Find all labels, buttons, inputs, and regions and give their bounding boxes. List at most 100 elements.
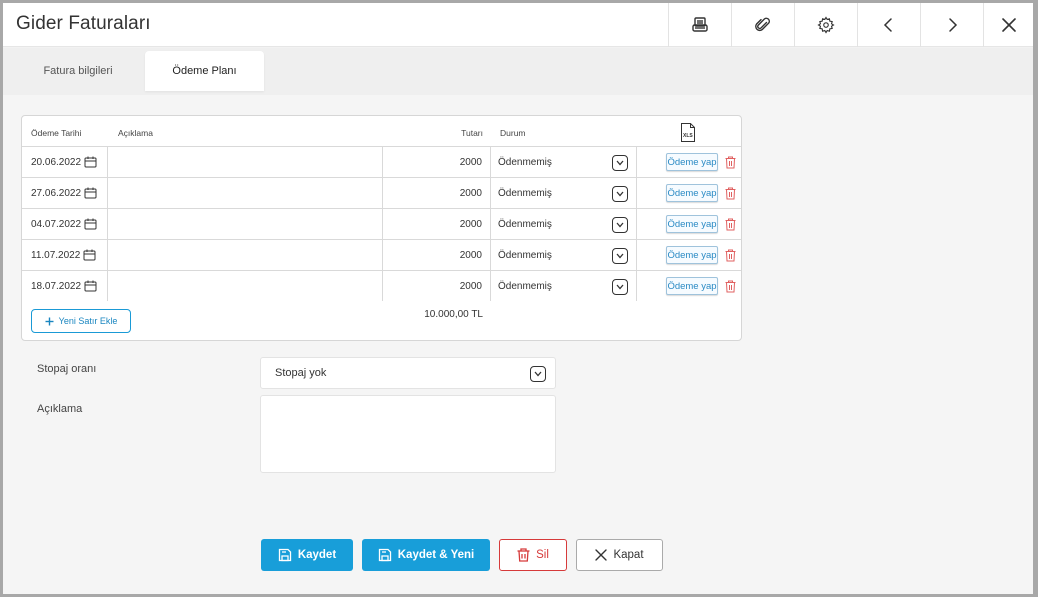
- pay-button[interactable]: Ödeme yap: [666, 277, 718, 295]
- column-header-amount: Tutarı: [461, 128, 483, 138]
- floppy-disk-icon: [378, 548, 391, 562]
- delete-row-button[interactable]: [723, 247, 737, 263]
- plus-icon: [45, 317, 54, 325]
- table-row: 04.07.2022 2000 Ödenmemiş Ödeme yap: [22, 208, 741, 239]
- pay-button[interactable]: Ödeme yap: [666, 215, 718, 233]
- trash-icon: [725, 280, 735, 292]
- column-header-status: Durum: [500, 128, 526, 138]
- paperclip-icon: [755, 17, 770, 32]
- delete-row-button[interactable]: [723, 278, 737, 294]
- close-icon: [595, 549, 608, 561]
- add-row-label: Yeni Satır Ekle: [58, 316, 118, 326]
- tab-payment-plan[interactable]: Ödeme Planı: [145, 51, 264, 91]
- delete-label: Sil: [536, 549, 549, 561]
- calendar-icon[interactable]: [84, 156, 97, 168]
- trash-icon: [517, 548, 530, 562]
- amount-cell[interactable]: 2000: [392, 178, 482, 208]
- trash-icon: [725, 218, 735, 230]
- payment-plan-panel: Ödeme Tarihi Açıklama Tutarı Durum XLS 2…: [3, 95, 1033, 594]
- save-label: Kaydet: [297, 549, 337, 561]
- status-dropdown-button[interactable]: [612, 248, 628, 264]
- description-cell[interactable]: [114, 271, 384, 301]
- attach-button[interactable]: [731, 3, 794, 47]
- date-value: 04.07.2022: [31, 218, 82, 230]
- amount-cell[interactable]: 2000: [392, 147, 482, 177]
- tab-invoice-info[interactable]: Fatura bilgileri: [16, 51, 140, 91]
- date-cell[interactable]: 11.07.2022: [31, 240, 115, 270]
- previous-button[interactable]: [857, 3, 920, 47]
- status-dropdown-button[interactable]: [612, 279, 628, 295]
- next-button[interactable]: [920, 3, 983, 47]
- excel-export-button[interactable]: XLS: [680, 122, 696, 148]
- column-header-description: Açıklama: [118, 128, 153, 138]
- date-value: 11.07.2022: [31, 249, 81, 261]
- status-cell: Ödenmemiş: [498, 218, 552, 230]
- close-icon: [1001, 18, 1016, 32]
- delete-row-button[interactable]: [723, 185, 737, 201]
- status-dropdown-button[interactable]: [612, 217, 628, 233]
- trash-icon: [725, 249, 735, 261]
- description-cell[interactable]: [114, 240, 384, 270]
- table-row: 27.06.2022 2000 Ödenmemiş Ödeme yap: [22, 177, 741, 208]
- description-textarea[interactable]: [260, 395, 556, 473]
- chevron-down-icon: [534, 371, 542, 377]
- status-dropdown-button[interactable]: [612, 155, 628, 171]
- save-new-button[interactable]: Kaydet & Yeni: [362, 539, 490, 571]
- withholding-dropdown-button[interactable]: [530, 366, 546, 382]
- delete-row-button[interactable]: [723, 154, 737, 170]
- status-dropdown-button[interactable]: [612, 186, 628, 202]
- date-value: 27.06.2022: [31, 187, 82, 199]
- table-row: 11.07.2022 2000 Ödenmemiş Ödeme yap: [22, 239, 741, 270]
- gear-icon: [817, 16, 835, 34]
- description-cell[interactable]: [114, 209, 384, 239]
- close-window-button[interactable]: [983, 3, 1033, 47]
- withholding-label: Stopaj oranı: [37, 363, 97, 375]
- calendar-icon[interactable]: [84, 218, 97, 230]
- add-row-button[interactable]: Yeni Satır Ekle: [31, 309, 131, 333]
- pay-button[interactable]: Ödeme yap: [666, 246, 718, 264]
- save-new-label: Kaydet & Yeni: [397, 549, 475, 561]
- table-row: 20.06.2022 2000 Ödenmemiş Ödeme yap: [22, 146, 741, 177]
- amount-cell[interactable]: 2000: [392, 240, 482, 270]
- status-cell: Ödenmemiş: [498, 249, 552, 261]
- delete-row-button[interactable]: [723, 216, 737, 232]
- withholding-select[interactable]: Stopaj yok: [260, 357, 556, 389]
- date-cell[interactable]: 18.07.2022: [31, 271, 115, 301]
- close-button[interactable]: Kapat: [576, 539, 663, 571]
- settings-button[interactable]: [794, 3, 857, 47]
- date-cell[interactable]: 04.07.2022: [31, 209, 115, 239]
- pay-button[interactable]: Ödeme yap: [666, 184, 718, 202]
- delete-button[interactable]: Sil: [499, 539, 567, 571]
- status-cell: Ödenmemiş: [498, 280, 552, 292]
- date-cell[interactable]: 27.06.2022: [31, 178, 115, 208]
- print-icon: [692, 17, 708, 32]
- table-row: 18.07.2022 2000 Ödenmemiş Ödeme yap: [22, 270, 741, 301]
- withholding-value: Stopaj yok: [275, 367, 327, 379]
- chevron-down-icon: [616, 253, 624, 259]
- calendar-icon[interactable]: [83, 249, 96, 261]
- status-cell: Ödenmemiş: [498, 156, 552, 168]
- close-label: Kapat: [613, 549, 644, 561]
- date-cell[interactable]: 20.06.2022: [31, 147, 115, 177]
- svg-text:XLS: XLS: [683, 133, 693, 139]
- window-title: Gider Faturaları: [16, 13, 151, 34]
- trash-icon: [725, 156, 735, 168]
- amount-cell[interactable]: 2000: [392, 209, 482, 239]
- calendar-icon[interactable]: [84, 280, 97, 292]
- date-value: 18.07.2022: [31, 280, 82, 292]
- date-value: 20.06.2022: [31, 156, 82, 168]
- description-cell[interactable]: [114, 178, 384, 208]
- tab-bar: Fatura bilgileri Ödeme Planı: [3, 48, 1033, 95]
- chevron-down-icon: [616, 222, 624, 228]
- pay-button[interactable]: Ödeme yap: [666, 153, 718, 171]
- save-button[interactable]: Kaydet: [261, 539, 353, 571]
- xls-file-icon: XLS: [681, 123, 695, 142]
- print-button[interactable]: [668, 3, 731, 47]
- title-bar: Gider Faturaları: [3, 3, 1033, 47]
- description-cell[interactable]: [114, 147, 384, 177]
- floppy-disk-icon: [278, 548, 291, 562]
- chevron-down-icon: [616, 284, 624, 290]
- amount-cell[interactable]: 2000: [392, 271, 482, 301]
- description-label: Açıklama: [37, 403, 83, 415]
- calendar-icon[interactable]: [84, 187, 97, 199]
